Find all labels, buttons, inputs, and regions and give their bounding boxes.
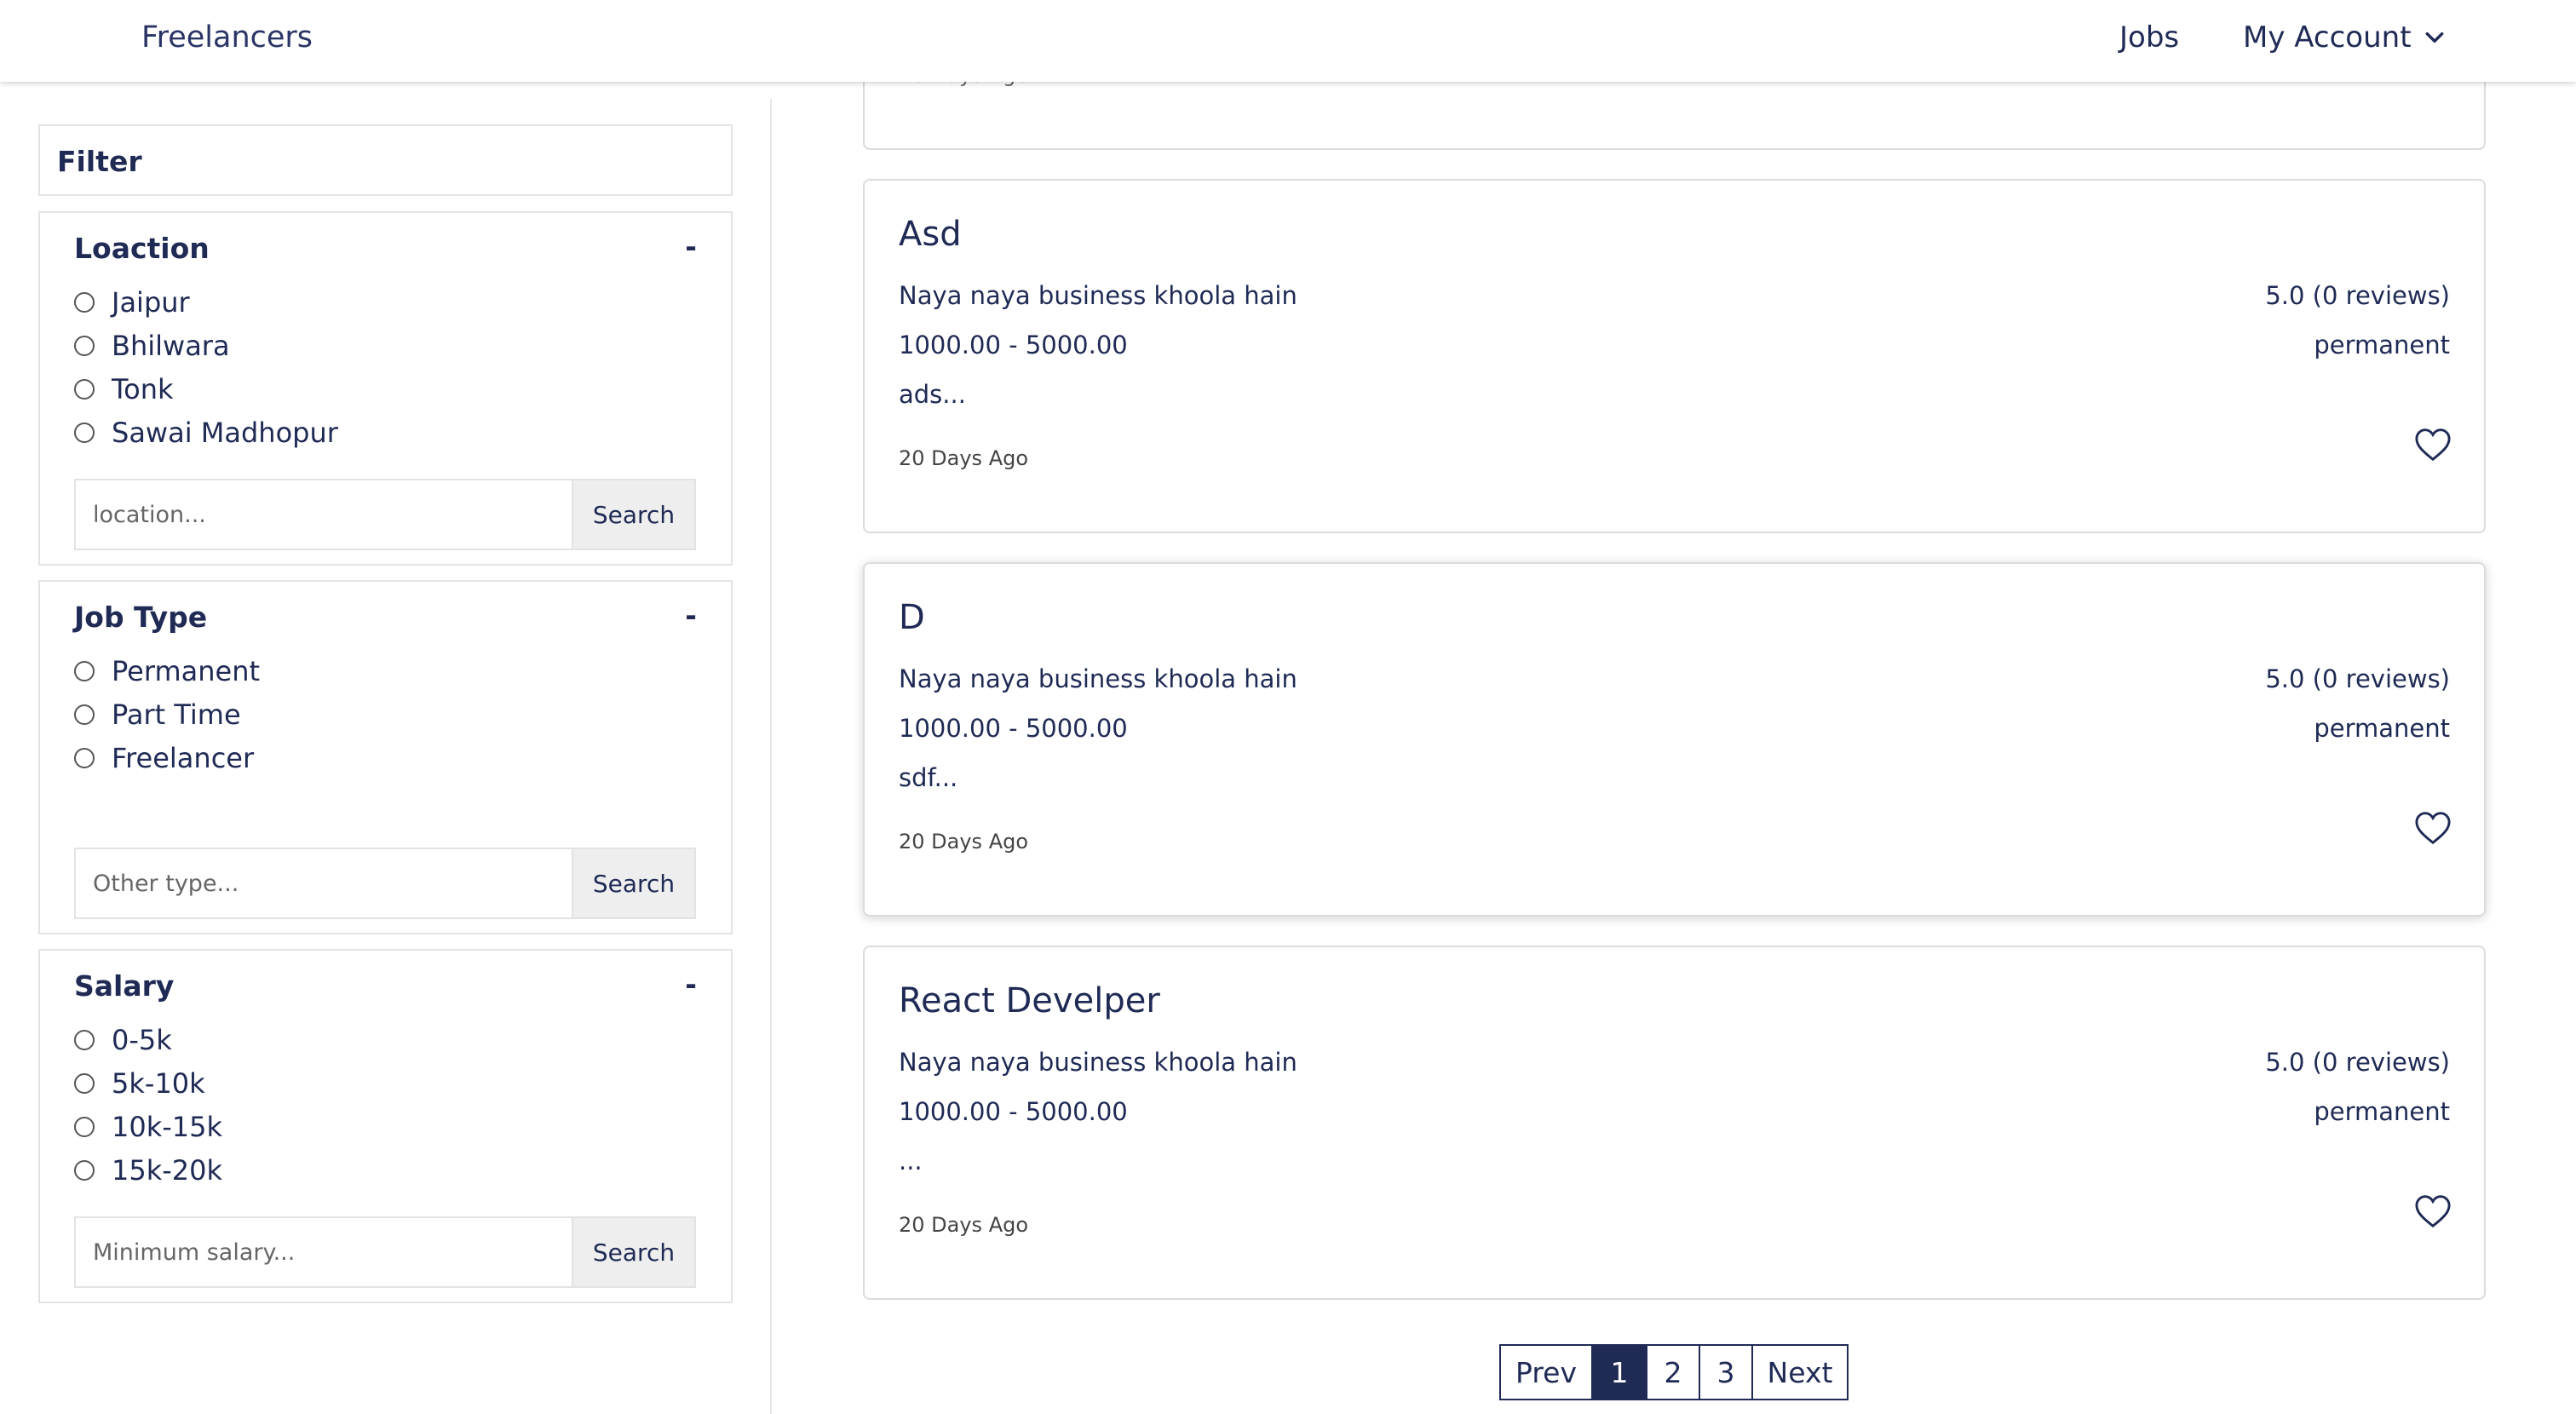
option-label: Sawai Madhopur	[112, 417, 338, 449]
radio-button[interactable]	[74, 1073, 95, 1094]
job-type-option-permanent[interactable]: Permanent	[74, 655, 260, 687]
salary-option-0-5k[interactable]: 0-5k	[74, 1024, 172, 1056]
pagination-page-1[interactable]: 1	[1591, 1344, 1647, 1400]
salary-option-5k-10k[interactable]: 5k-10k	[74, 1067, 205, 1100]
filter-header-box: Filter	[38, 124, 733, 196]
salary-option-10k-15k[interactable]: 10k-15k	[74, 1111, 222, 1143]
job-type-filter-section: Job Type - Permanent Part Time Freelance…	[38, 580, 733, 934]
nav-my-account-dropdown[interactable]: My Account	[2243, 20, 2446, 55]
radio-button[interactable]	[74, 748, 95, 768]
salary-option-15k-20k[interactable]: 15k-20k	[74, 1154, 222, 1187]
radio-button[interactable]	[74, 661, 95, 681]
job-type-option-freelancer[interactable]: Freelancer	[74, 742, 254, 774]
option-label: Part Time	[112, 698, 241, 731]
job-card-salary: 1000.00 - 5000.00	[899, 331, 1128, 359]
chevron-down-icon	[2425, 32, 2443, 43]
pagination-next-button[interactable]: Next	[1751, 1344, 1849, 1400]
job-card[interactable]: React Develper Naya naya business khoola…	[863, 946, 2486, 1300]
radio-button[interactable]	[74, 292, 95, 313]
radio-button[interactable]	[74, 1030, 95, 1050]
location-option-tonk[interactable]: Tonk	[74, 373, 174, 405]
job-card-title[interactable]: D	[899, 598, 925, 637]
salary-collapse-toggle[interactable]: -	[685, 968, 697, 1001]
location-search-button[interactable]: Search	[572, 480, 694, 549]
job-card-date: 20 Days Ago	[899, 1213, 1029, 1237]
salary-filter-section: Salary - 0-5k 5k-10k 10k-15k 15k-20k Sea…	[38, 949, 733, 1303]
location-option-jaipur[interactable]: Jaipur	[74, 286, 190, 319]
job-card-type: permanent	[2314, 331, 2450, 359]
radio-button[interactable]	[74, 1160, 95, 1181]
radio-button[interactable]	[74, 379, 95, 399]
top-navbar: Freelancers Jobs My Account	[0, 0, 2576, 82]
job-card-excerpt: ads...	[899, 380, 966, 409]
sidebar-divider	[770, 99, 772, 1414]
nav-jobs-link[interactable]: Jobs	[2119, 20, 2179, 55]
job-type-search-group: Search	[74, 848, 696, 919]
option-label: 5k-10k	[112, 1067, 205, 1100]
job-card[interactable]: Asd Naya naya business khoola hain 5.0 (…	[863, 179, 2486, 533]
brand-logo-text[interactable]: Freelancers	[141, 20, 313, 55]
option-label: 10k-15k	[112, 1111, 223, 1143]
job-card-company: Naya naya business khoola hain	[899, 281, 1297, 310]
radio-button[interactable]	[74, 704, 95, 725]
job-card-salary: 1000.00 - 5000.00	[899, 714, 1128, 743]
job-type-search-button[interactable]: Search	[572, 849, 694, 917]
option-label: 0-5k	[112, 1024, 172, 1056]
job-card-date: 20 Days Ago	[899, 830, 1029, 854]
pagination-prev-button[interactable]: Prev	[1499, 1344, 1593, 1400]
radio-button[interactable]	[74, 1117, 95, 1137]
pagination-page-3[interactable]: 3	[1699, 1344, 1753, 1400]
filter-title: Filter	[57, 145, 142, 178]
salary-search-group: Search	[74, 1216, 696, 1288]
location-filter-section: Loaction - Jaipur Bhilwara Tonk Sawai Ma…	[38, 211, 733, 566]
nav-my-account-label: My Account	[2243, 20, 2412, 55]
pagination-page-2[interactable]: 2	[1646, 1344, 1700, 1400]
job-card-excerpt: sdf...	[899, 763, 958, 792]
job-card-title[interactable]: React Develper	[899, 981, 1160, 1020]
option-label: Permanent	[112, 655, 261, 687]
pagination: Prev 1 2 3 Next	[1499, 1344, 1849, 1400]
location-search-input[interactable]	[76, 480, 572, 549]
location-collapse-toggle[interactable]: -	[685, 230, 697, 263]
salary-search-input[interactable]	[76, 1218, 572, 1286]
job-card-rating: 5.0 (0 reviews)	[2265, 281, 2450, 310]
job-card-title[interactable]: Asd	[899, 215, 962, 254]
job-type-search-input[interactable]	[76, 849, 572, 917]
job-card-company: Naya naya business khoola hain	[899, 1048, 1297, 1077]
job-type-collapse-toggle[interactable]: -	[685, 599, 697, 632]
option-label: 15k-20k	[112, 1154, 223, 1187]
location-search-group: Search	[74, 479, 696, 550]
job-card-date: 20 Days Ago	[899, 446, 1029, 470]
job-card-excerpt: ...	[899, 1147, 923, 1175]
heart-icon[interactable]	[2414, 1194, 2452, 1228]
job-card-rating: 5.0 (0 reviews)	[2265, 1048, 2450, 1077]
radio-button[interactable]	[74, 422, 95, 443]
option-label: Jaipur	[112, 286, 190, 319]
job-card-type: permanent	[2314, 1097, 2450, 1126]
job-card-company: Naya naya business khoola hain	[899, 664, 1297, 693]
salary-filter-title: Salary	[74, 969, 175, 1003]
job-card-type: permanent	[2314, 714, 2450, 743]
job-type-filter-title: Job Type	[74, 601, 208, 634]
location-option-sawai-madhopur[interactable]: Sawai Madhopur	[74, 417, 338, 449]
location-filter-title: Loaction	[74, 232, 210, 265]
heart-icon[interactable]	[2414, 428, 2452, 462]
option-label: Tonk	[112, 373, 174, 405]
location-option-bhilwara[interactable]: Bhilwara	[74, 330, 230, 362]
heart-icon[interactable]	[2414, 811, 2452, 845]
option-label: Bhilwara	[112, 330, 230, 362]
job-type-option-part-time[interactable]: Part Time	[74, 698, 241, 731]
job-card-rating: 5.0 (0 reviews)	[2265, 664, 2450, 693]
job-card-salary: 1000.00 - 5000.00	[899, 1097, 1128, 1126]
option-label: Freelancer	[112, 742, 255, 774]
job-card[interactable]: D Naya naya business khoola hain 5.0 (0 …	[863, 562, 2486, 917]
radio-button[interactable]	[74, 336, 95, 356]
salary-search-button[interactable]: Search	[572, 1218, 694, 1286]
